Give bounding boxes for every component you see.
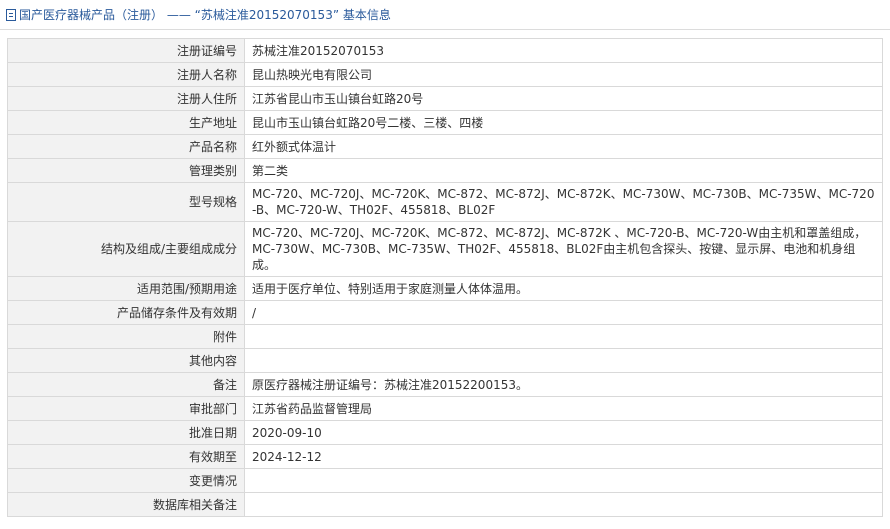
info-table: 注册证编号 苏械注准20152070153 注册人名称 昆山热映光电有限公司 注册人… [7,38,883,517]
table-row: 注册人名称 昆山热映光电有限公司 [7,62,883,87]
table-row: 产品名称 红外额式体温计 [7,134,883,159]
info-panel: 注册证编号 苏械注准20152070153 注册人名称 昆山热映光电有限公司 注册人… [0,30,890,517]
row-value: MC-720、MC-720J、MC-720K、MC-872、MC-872J、MC… [244,182,883,222]
table-row: 审批部门 江苏省药品监督管理局 [7,396,883,421]
row-label: 管理类别 [7,158,245,183]
row-label: 备注 [7,372,245,397]
row-value: 红外额式体温计 [244,134,883,159]
row-value: 原医疗器械注册证编号：苏械注准20152200153。 [244,372,883,397]
table-row: 产品储存条件及有效期 / [7,300,883,325]
table-row: 生产地址 昆山市玉山镇台虹路20号二楼、三楼、四楼 [7,110,883,135]
row-label: 注册人名称 [7,62,245,87]
table-row: 注册人住所 江苏省昆山市玉山镇台虹路20号 [7,86,883,111]
row-label: 数据库相关备注 [7,492,245,517]
row-label: 批准日期 [7,420,245,445]
row-value: 2024-12-12 [244,444,883,469]
table-row: 附件 [7,324,883,349]
row-value: 江苏省昆山市玉山镇台虹路20号 [244,86,883,111]
row-label: 产品储存条件及有效期 [7,300,245,325]
table-row: 有效期至 2024-12-12 [7,444,883,469]
row-label: 审批部门 [7,396,245,421]
table-row: 适用范围/预期用途 适用于医疗单位、特别适用于家庭测量人体体温用。 [7,276,883,301]
row-label: 变更情况 [7,468,245,493]
row-label: 型号规格 [7,182,245,222]
row-value: MC-720、MC-720J、MC-720K、MC-872、MC-872J、MC… [244,221,883,277]
row-value [244,324,883,349]
row-label: 附件 [7,324,245,349]
row-label: 适用范围/预期用途 [7,276,245,301]
row-label: 注册证编号 [7,38,245,63]
row-value [244,348,883,373]
row-value: 适用于医疗单位、特别适用于家庭测量人体体温用。 [244,276,883,301]
row-label: 生产地址 [7,110,245,135]
row-label: 注册人住所 [7,86,245,111]
row-value [244,468,883,493]
row-label: 结构及组成/主要组成成分 [7,221,245,277]
document-icon [6,8,16,21]
table-row: 备注 原医疗器械注册证编号：苏械注准20152200153。 [7,372,883,397]
row-value: 昆山市玉山镇台虹路20号二楼、三楼、四楼 [244,110,883,135]
table-row: 管理类别 第二类 [7,158,883,183]
row-label: 有效期至 [7,444,245,469]
row-value: 昆山热映光电有限公司 [244,62,883,87]
row-label: 产品名称 [7,134,245,159]
table-row: 注册证编号 苏械注准20152070153 [7,38,883,63]
table-row: 其他内容 [7,348,883,373]
row-value: 第二类 [244,158,883,183]
info-table-body: 注册证编号 苏械注准20152070153 注册人名称 昆山热映光电有限公司 注册人… [7,38,883,517]
table-row: 型号规格 MC-720、MC-720J、MC-720K、MC-872、MC-872… [7,182,883,222]
table-row: 数据库相关备注 [7,492,883,517]
row-value [244,492,883,517]
row-value: / [244,300,883,325]
row-value: 2020-09-10 [244,420,883,445]
row-value: 江苏省药品监督管理局 [244,396,883,421]
row-label: 其他内容 [7,348,245,373]
page-header: 国产医疗器械产品（注册） —— “苏械注准20152070153” 基本信息 [0,0,890,30]
table-row: 结构及组成/主要组成成分 MC-720、MC-720J、MC-720K、MC-87… [7,221,883,277]
page-title: 国产医疗器械产品（注册） —— “苏械注准20152070153” 基本信息 [19,8,391,22]
table-row: 批准日期 2020-09-10 [7,420,883,445]
table-row: 变更情况 [7,468,883,493]
row-value: 苏械注准20152070153 [244,38,883,63]
